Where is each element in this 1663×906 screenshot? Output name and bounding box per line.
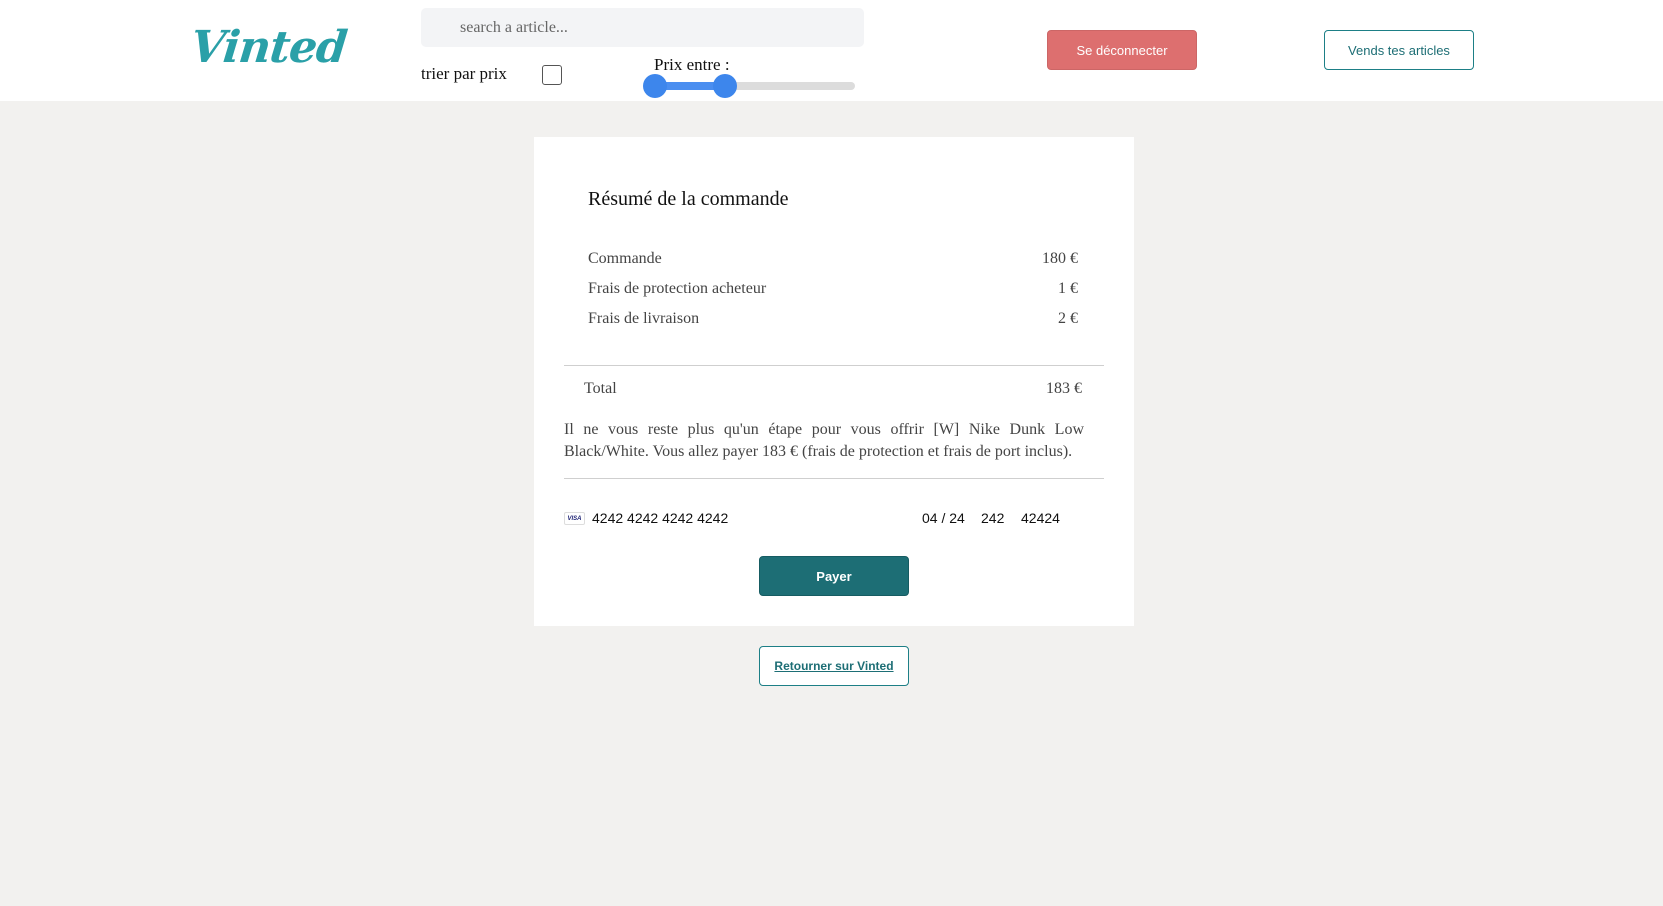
sort-by-price-checkbox[interactable] [542, 65, 562, 85]
line-label: Frais de protection acheteur [588, 280, 767, 297]
line-amount: 1 € [1058, 280, 1078, 297]
logout-button[interactable]: Se déconnecter [1047, 30, 1197, 70]
visa-icon: VISA [564, 512, 585, 525]
card-number-field[interactable]: 4242 4242 4242 4242 [592, 510, 728, 526]
line-buyer-protection: Frais de protection acheteur 1 € [588, 280, 1078, 298]
card-cvc-field[interactable]: 242 [981, 510, 1004, 526]
payment-message: Il ne vous reste plus qu'un étape pour v… [564, 421, 1084, 460]
sell-items-button[interactable]: Vends tes articles [1324, 30, 1474, 70]
price-range-slider[interactable] [643, 74, 855, 98]
total-row: Total 183 € [584, 380, 1082, 398]
return-to-vinted-link[interactable]: Retourner sur Vinted [759, 646, 909, 686]
price-min-handle[interactable] [643, 74, 667, 98]
search-bar[interactable] [421, 8, 864, 47]
order-summary-title: Résumé de la commande [588, 188, 789, 210]
line-label: Frais de livraison [588, 310, 700, 327]
search-input[interactable] [421, 8, 864, 47]
header: Vinted trier par prix Prix entre : Se dé… [0, 0, 1663, 101]
price-max-handle[interactable] [713, 74, 737, 98]
line-amount: 180 € [1042, 250, 1078, 267]
divider [564, 365, 1104, 366]
pay-button[interactable]: Payer [759, 556, 909, 596]
line-order: Commande 180 € [588, 250, 1078, 268]
line-shipping: Frais de livraison 2 € [588, 310, 1078, 328]
line-amount: 2 € [1058, 310, 1078, 327]
total-label: Total [584, 380, 617, 397]
price-range-label: Prix entre : [654, 55, 730, 74]
divider [564, 478, 1104, 479]
vinted-logo[interactable]: Vinted [188, 22, 349, 73]
line-label: Commande [588, 250, 662, 267]
total-amount: 183 € [1046, 380, 1082, 397]
card-expiry-field[interactable]: 04 / 24 [922, 510, 965, 526]
card-zip-field[interactable]: 42424 [1021, 510, 1060, 526]
sort-by-price-label: trier par prix [421, 64, 507, 83]
card-payment-field[interactable]: VISA 4242 4242 4242 4242 04 / 24 242 424… [564, 507, 1104, 531]
order-summary-card: Résumé de la commande Commande 180 € Fra… [534, 137, 1134, 626]
